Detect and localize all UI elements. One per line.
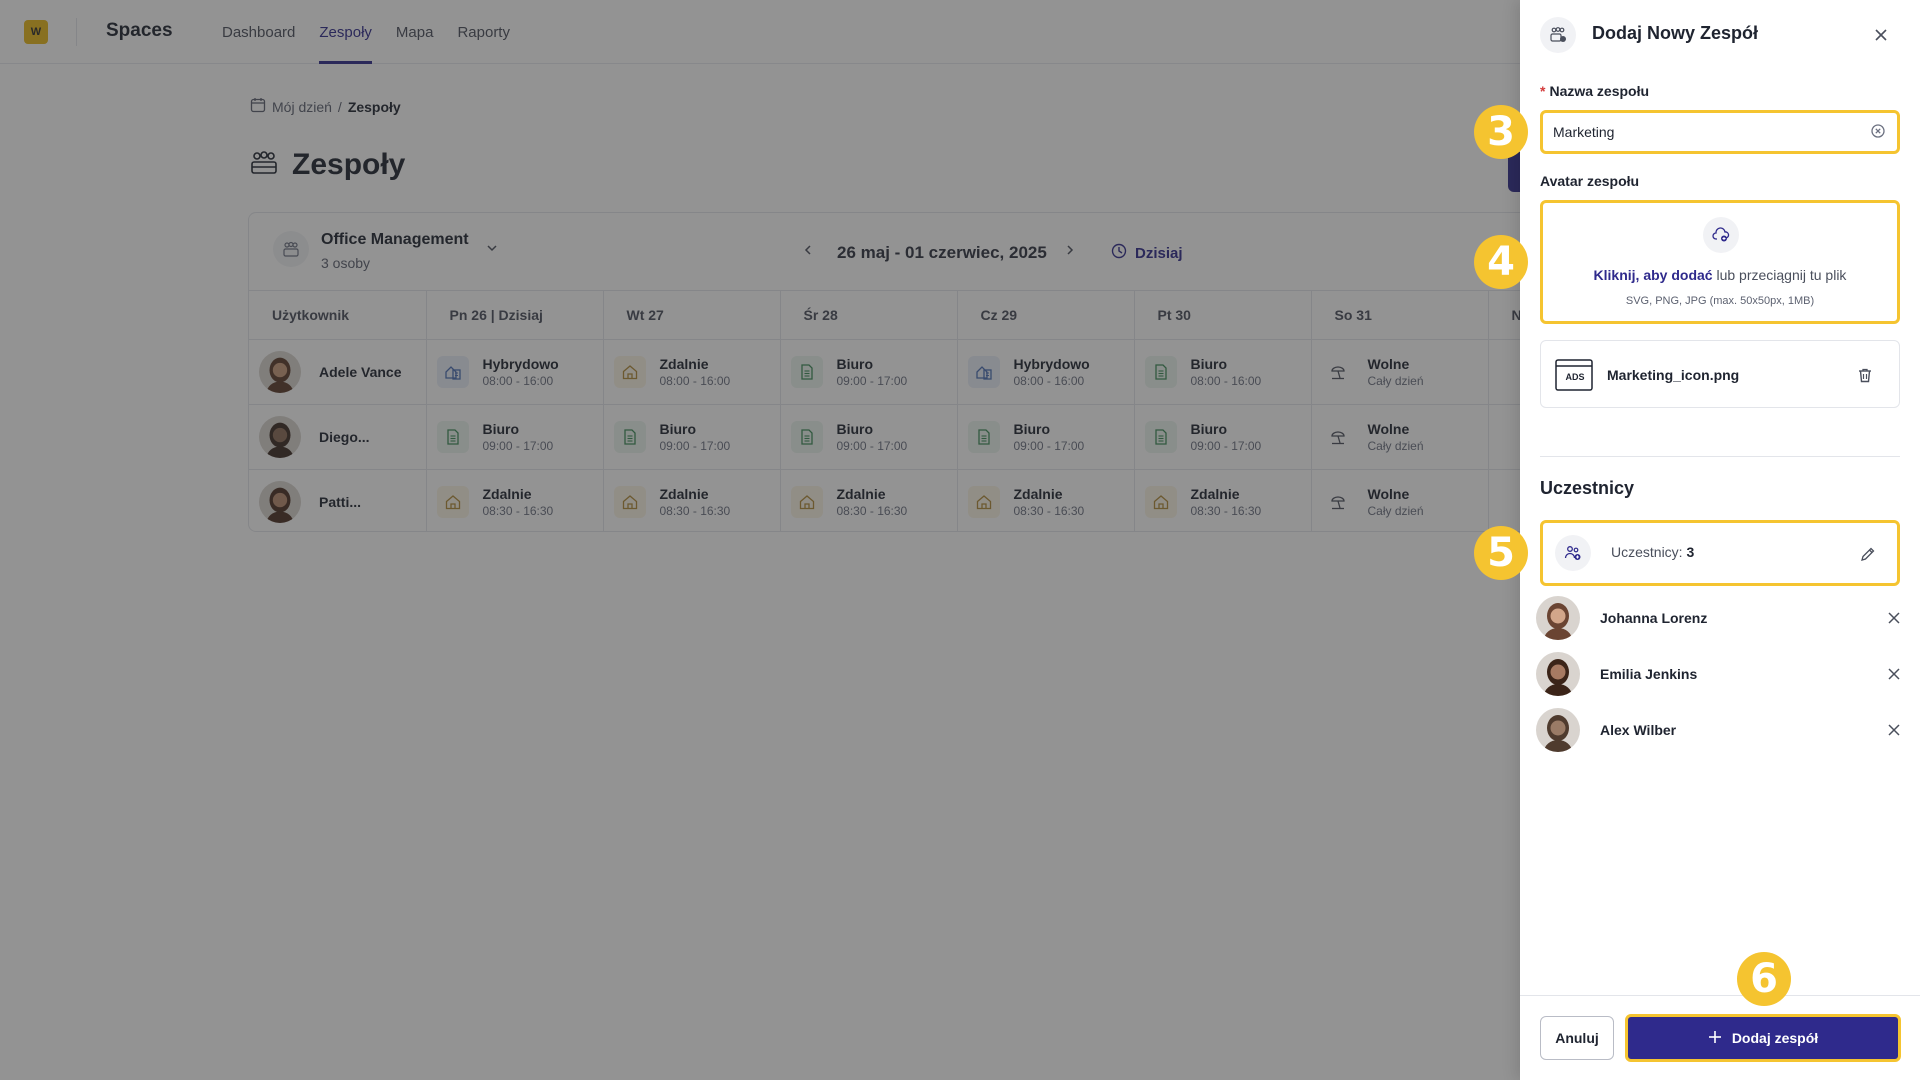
uploaded-file: ADS Marketing_icon.png	[1540, 340, 1900, 408]
participant-name: Alex Wilber	[1600, 722, 1677, 738]
participant-name: Emilia Jenkins	[1600, 666, 1698, 682]
avatar-label: Avatar zespołu	[1540, 173, 1640, 189]
avatar	[1536, 708, 1580, 752]
required-marker: *	[1540, 83, 1546, 99]
step-marker-5: 5	[1474, 526, 1528, 580]
step-marker-6: 6	[1737, 952, 1791, 1006]
team-name-input[interactable]	[1540, 110, 1900, 154]
upload-link[interactable]: Kliknij, aby dodać	[1594, 267, 1713, 283]
pencil-icon[interactable]	[1855, 541, 1881, 567]
close-icon[interactable]	[1882, 662, 1906, 686]
add-team-submit-button[interactable]: Dodaj zespół	[1625, 1014, 1901, 1062]
avatar-upload-dropzone[interactable]: Kliknij, aby dodać lub przeciągnij tu pl…	[1540, 200, 1900, 324]
participants-count: 3	[1686, 544, 1695, 560]
close-icon[interactable]	[1882, 606, 1906, 630]
avatar	[1536, 596, 1580, 640]
cancel-button[interactable]: Anuluj	[1540, 1016, 1614, 1060]
svg-text:ADS: ADS	[1565, 372, 1584, 382]
team-name-label-text: Nazwa zespołu	[1549, 83, 1650, 99]
file-name: Marketing_icon.png	[1607, 367, 1740, 383]
upload-instructions: Kliknij, aby dodać lub przeciągnij tu pl…	[1543, 267, 1897, 283]
close-icon[interactable]	[1882, 718, 1906, 742]
participants-label-text: Uczestnicy:	[1611, 544, 1683, 560]
clear-input-icon[interactable]	[1870, 123, 1886, 144]
participants-section-title: Uczestnicy	[1540, 478, 1635, 498]
plus-icon	[1708, 1030, 1722, 1047]
cloud-upload-icon	[1703, 217, 1739, 253]
panel-divider	[1540, 456, 1900, 457]
step-marker-4: 4	[1474, 235, 1528, 289]
participant-item: Emilia Jenkins	[1536, 652, 1906, 696]
participant-item: Johanna Lorenz	[1536, 596, 1906, 640]
team-name-label: * Nazwa zespołu	[1540, 83, 1649, 99]
participant-item: Alex Wilber	[1536, 708, 1906, 752]
close-icon[interactable]	[1868, 22, 1894, 48]
add-users-icon	[1555, 535, 1591, 571]
step-marker-3: 3	[1474, 105, 1528, 159]
trash-icon[interactable]	[1853, 363, 1877, 387]
file-thumbnail: ADS	[1555, 359, 1593, 391]
panel-title: Dodaj Nowy Zespół	[1592, 23, 1759, 43]
participant-name: Johanna Lorenz	[1600, 610, 1708, 626]
panel-footer: Anuluj Dodaj zespół	[1520, 995, 1920, 1080]
submit-label: Dodaj zespół	[1731, 1030, 1819, 1046]
team-settings-icon	[1540, 17, 1576, 53]
participants-count-label: Uczestnicy: 3	[1611, 544, 1694, 560]
upload-hint: SVG, PNG, JPG (max. 50x50px, 1MB)	[1625, 295, 1815, 307]
upload-drag-text: lub przeciągnij tu plik	[1716, 267, 1847, 283]
avatar	[1536, 652, 1580, 696]
participants-selector[interactable]: Uczestnicy: 3	[1540, 520, 1900, 586]
add-team-panel: Dodaj Nowy Zespół *Nazwa zespołu Avatar …	[1520, 0, 1920, 1080]
